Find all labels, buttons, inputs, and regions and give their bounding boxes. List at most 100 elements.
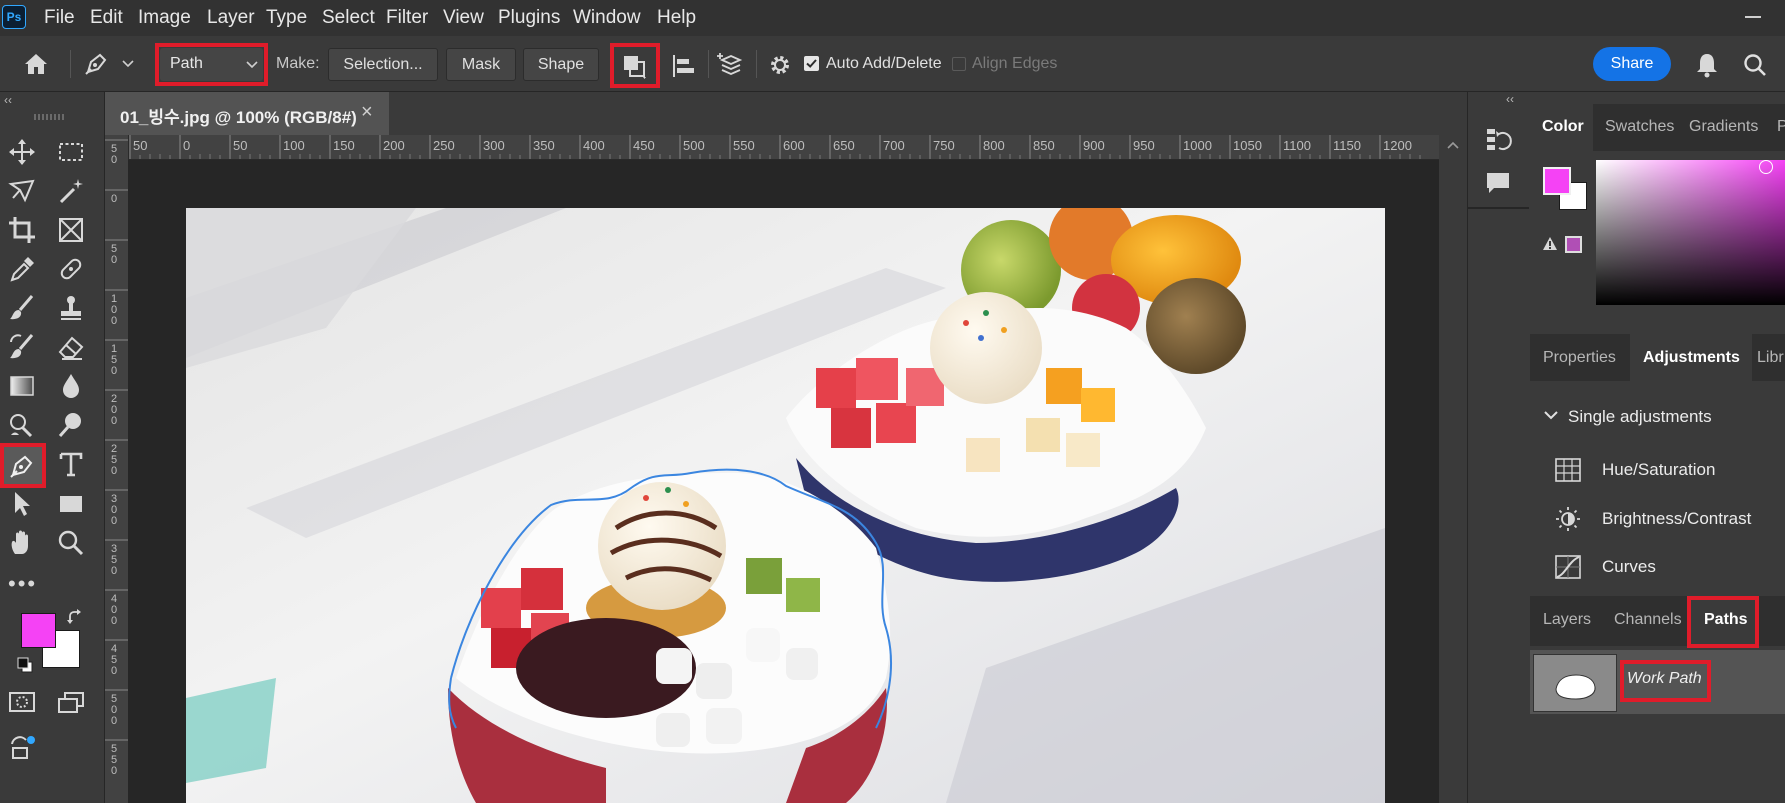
history-brush-tool-icon[interactable] [7,332,37,362]
ruler-label: 550 [111,743,117,777]
share-button[interactable]: Share [1593,47,1671,81]
foreground-color-swatch[interactable] [21,613,56,648]
lasso-tool-icon[interactable] [7,176,37,206]
crop-tool-icon[interactable] [7,215,37,245]
more-tools-icon[interactable]: ••• [8,571,37,597]
spot-healing-brush-icon[interactable] [56,254,86,284]
menu-select[interactable]: Select [322,7,375,29]
close-icon[interactable]: × [361,101,373,124]
comments-panel-icon[interactable] [1484,170,1512,196]
tab-properties[interactable]: Properties [1543,349,1616,367]
frame-tool-icon[interactable] [56,215,86,245]
gamut-color-swatch[interactable] [1565,236,1582,253]
ruler-label: 200 [383,138,405,153]
panel-foreground-swatch[interactable] [1543,167,1571,195]
type-tool-icon[interactable] [56,449,86,479]
collapse-panels-icon[interactable]: ‹‹ [1506,92,1514,106]
tab-color[interactable]: Color [1530,104,1593,151]
rectangle-tool-icon[interactable] [56,489,86,519]
ruler-label: 800 [983,138,1005,153]
foreground-color-fill [22,614,55,647]
eyedropper-tool-icon[interactable] [7,254,37,284]
screen-mode-icon[interactable] [56,690,86,714]
tab-color-label: Color [1542,118,1584,135]
dodge-tool-icon[interactable] [7,410,37,440]
edit-toolbar-icon[interactable] [9,734,37,762]
search-icon[interactable] [1742,52,1768,78]
align-edges-checkbox[interactable] [952,57,966,71]
marquee-tool-icon[interactable] [56,137,86,167]
menu-view[interactable]: View [443,7,484,29]
tab-gradients[interactable]: Gradients [1689,118,1758,136]
minimize-icon[interactable] [1745,16,1761,18]
chevron-down-icon[interactable] [122,60,134,68]
path-alignment-icon[interactable] [670,52,698,80]
out-of-gamut-warning-icon[interactable] [1542,236,1558,251]
history-panel-icon[interactable] [1484,126,1512,154]
tab-channels[interactable]: Channels [1614,611,1682,629]
tab-layers[interactable]: Layers [1543,611,1591,629]
magic-wand-tool-icon[interactable] [56,176,86,206]
color-picker-field[interactable] [1596,160,1785,305]
chevron-down-icon[interactable] [1544,410,1558,420]
ruler-label: 900 [1083,138,1105,153]
notification-bell-icon[interactable] [1694,51,1720,79]
ruler-label: 500 [111,693,117,727]
document-tab[interactable]: 01_빙수.jpg @ 100% (RGB/8#) × [105,92,389,135]
tab-libraries[interactable]: Libr [1757,349,1784,367]
brush-tool-icon[interactable] [7,293,37,323]
menu-window[interactable]: Window [573,7,641,29]
move-tool-icon[interactable] [7,137,37,167]
scroll-up-icon[interactable] [1447,141,1459,149]
document-image[interactable] [186,208,1385,803]
menu-plugins[interactable]: Plugins [498,7,560,29]
toolbar-grip[interactable] [34,114,64,120]
gear-icon[interactable] [767,52,793,78]
menu-image[interactable]: Image [138,7,191,29]
gradient-tool-icon[interactable] [7,371,37,401]
menu-edit[interactable]: Edit [90,7,123,29]
auto-add-delete-checkbox[interactable] [804,56,819,71]
smudge-tool-icon[interactable] [56,410,86,440]
menu-layer[interactable]: Layer [207,7,255,29]
mode-dropdown[interactable]: Path [160,48,263,81]
ruler-label: 400 [583,138,605,153]
photoshop-logo[interactable]: Ps [2,5,26,29]
collapse-toolbar-icon[interactable]: ‹‹ [4,93,12,107]
blur-tool-icon[interactable] [56,371,86,401]
vertical-scrollbar[interactable] [1439,135,1467,803]
ruler-label: 950 [1133,138,1155,153]
home-icon[interactable] [22,52,50,76]
tab-patterns[interactable]: P [1777,118,1785,136]
path-selection-tool-icon[interactable] [7,489,37,519]
eraser-tool-icon[interactable] [56,332,86,362]
clone-stamp-tool-icon[interactable] [56,293,86,323]
auto-add-delete-label: Auto Add/Delete [826,55,942,72]
menu-filter[interactable]: Filter [386,7,428,29]
ruler-label: 1150 [1333,138,1361,153]
menu-type[interactable]: Type [266,7,307,29]
default-colors-icon[interactable] [16,656,34,674]
make-shape-button[interactable]: Shape [523,48,599,81]
single-adjustments-header[interactable]: Single adjustments [1568,407,1712,427]
make-mask-button[interactable]: Mask [446,48,516,81]
path-arrangement-icon[interactable] [716,50,746,80]
highlight-work-path [1620,660,1711,702]
ruler-label: 650 [833,138,855,153]
pen-tool-icon[interactable] [7,451,37,481]
swap-colors-icon[interactable] [66,608,84,626]
pen-tool-preset-icon[interactable] [82,50,110,78]
tab-swatches[interactable]: Swatches [1605,118,1674,136]
menu-file[interactable]: File [44,7,75,29]
ruler-label: 250 [433,138,455,153]
mode-dropdown-value: Path [170,55,203,72]
chevron-down-icon [246,61,258,69]
menu-help[interactable]: Help [657,7,696,29]
path-operations-icon[interactable] [620,53,650,81]
color-picker-cursor[interactable] [1759,160,1773,174]
hand-tool-icon[interactable] [7,528,37,558]
zoom-tool-icon[interactable] [56,528,86,558]
tab-adjustments[interactable]: Adjustments [1630,334,1752,381]
quick-mask-icon[interactable] [8,690,36,714]
make-selection-button[interactable]: Selection... [328,48,438,81]
